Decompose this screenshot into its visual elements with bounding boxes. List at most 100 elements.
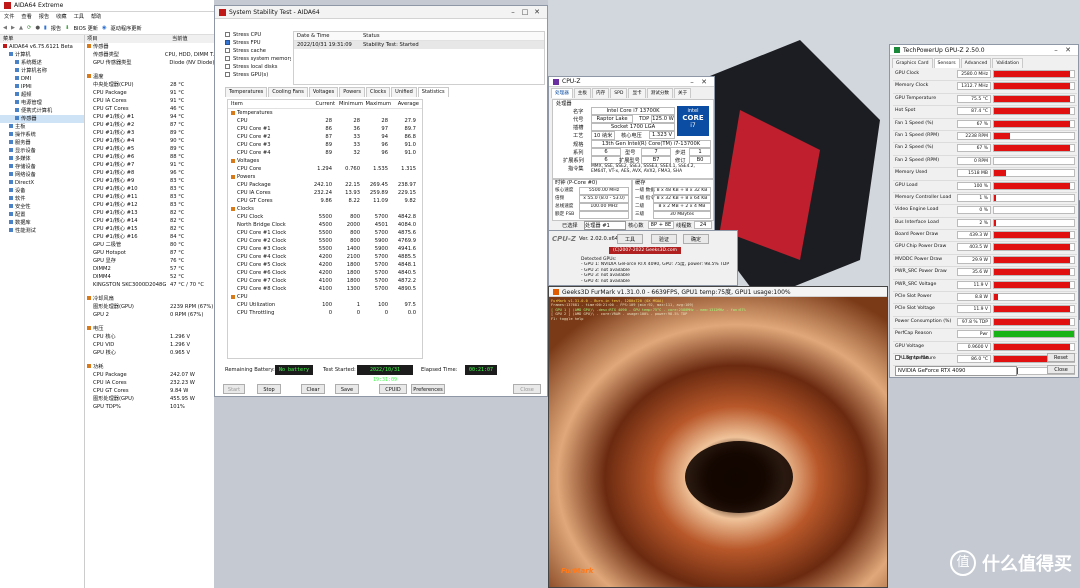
- clear-button[interactable]: Clear: [301, 384, 325, 394]
- sensor-row[interactable]: CPU 核心 1.296 V: [85, 333, 214, 341]
- sst-tab[interactable]: Unified: [391, 87, 417, 97]
- tree-item[interactable]: IPMI: [0, 83, 84, 91]
- sensor-row[interactable]: GPU TDP% 101%: [85, 403, 214, 411]
- tree-item[interactable]: 服务器: [0, 139, 84, 147]
- menu-tools[interactable]: 工具: [74, 12, 84, 22]
- cpuid-button[interactable]: CPUID: [379, 384, 407, 394]
- gpuz-close-button[interactable]: Close: [1047, 365, 1075, 374]
- sensor-row[interactable]: CPU #1/核心 #12 83 °C: [85, 201, 214, 209]
- sensor-row[interactable]: GPU 显存 76 °C: [85, 257, 214, 265]
- gpuz-reset-button[interactable]: Reset: [1047, 353, 1075, 362]
- tree-item[interactable]: 存储设备: [0, 163, 84, 171]
- gpuz-minimize-icon[interactable]: –: [1050, 46, 1062, 54]
- sensor-row[interactable]: CPU #1/核心 #8 96 °C: [85, 169, 214, 177]
- tree-item[interactable]: 电源管理: [0, 99, 84, 107]
- sensor-row[interactable]: CPU VID 1.296 V: [85, 341, 214, 349]
- stats-column-header[interactable]: Average: [391, 100, 419, 108]
- stress-checkbox[interactable]: [225, 40, 230, 45]
- gpuz-card-select[interactable]: NVIDIA GeForce RTX 4090: [895, 366, 1017, 376]
- cpuz-tab[interactable]: 内存: [592, 88, 610, 98]
- cpuz-tab[interactable]: SPD: [610, 88, 628, 98]
- column-value-header[interactable]: 当前值: [172, 35, 188, 43]
- cpuz-titlebar[interactable]: CPU-Z – ✕: [549, 77, 714, 87]
- column-item-header[interactable]: 项目: [85, 35, 172, 43]
- stress-checkbox[interactable]: [225, 72, 230, 77]
- sensor-row[interactable]: CPU #1/核心 #16 84 °C: [85, 233, 214, 241]
- start-button[interactable]: Start: [223, 384, 245, 394]
- stress-option[interactable]: Stress system memory: [225, 55, 291, 63]
- close-icon[interactable]: ✕: [531, 8, 543, 16]
- sensor-row[interactable]: GPU 二极管 80 °C: [85, 241, 214, 249]
- stress-checkbox[interactable]: [225, 64, 230, 69]
- sensor-row[interactable]: 中央处理器(CPU) 28 °C: [85, 81, 214, 89]
- sensor-row[interactable]: CPU #1/核心 #6 88 °C: [85, 153, 214, 161]
- stress-checkbox[interactable]: [225, 56, 230, 61]
- sensor-row[interactable]: CPU IA Cores 91 °C: [85, 97, 214, 105]
- sensor-row[interactable]: DIMM2 57 °C: [85, 265, 214, 273]
- gpuz-tab[interactable]: Graphics Card: [892, 58, 933, 68]
- tree-item[interactable]: 配置: [0, 211, 84, 219]
- preferences-button[interactable]: Preferences: [411, 384, 445, 394]
- sensor-row[interactable]: CPU #1/核心 #5 89 °C: [85, 145, 214, 153]
- stats-column-header[interactable]: Maximum: [363, 100, 391, 108]
- maximize-icon[interactable]: □: [519, 8, 531, 16]
- tree-item[interactable]: DirectX: [0, 179, 84, 187]
- tree-item[interactable]: 安全性: [0, 203, 84, 211]
- refresh-icon[interactable]: ⟳: [27, 25, 31, 31]
- gpuz-tab[interactable]: Sensors: [933, 58, 960, 68]
- user-icon[interactable]: ●: [35, 25, 40, 31]
- tree-item[interactable]: 传感器: [0, 115, 84, 123]
- sensor-row[interactable]: GPU 核心 0.965 V: [85, 349, 214, 357]
- menu-file[interactable]: 文件: [4, 12, 14, 22]
- stress-checkbox[interactable]: [225, 32, 230, 37]
- sensor-row[interactable]: 传感器类型 CPU, HDD, DIMM T...: [85, 51, 214, 59]
- tree-item[interactable]: 设备: [0, 187, 84, 195]
- sensor-row[interactable]: CPU #1/核心 #1 94 °C: [85, 113, 214, 121]
- gpuz-tab[interactable]: Validation: [992, 58, 1024, 68]
- tree-item[interactable]: 显示设备: [0, 147, 84, 155]
- stats-column-header[interactable]: Current: [309, 100, 335, 108]
- cpuz-minimize-icon[interactable]: –: [686, 78, 698, 86]
- sensor-row[interactable]: CPU #1/核心 #15 82 °C: [85, 225, 214, 233]
- up-icon[interactable]: ▲: [19, 25, 23, 31]
- stress-option[interactable]: Stress cache: [225, 47, 291, 55]
- tree-item[interactable]: AIDA64 v6.75.6121 Beta: [0, 43, 84, 51]
- sensor-row[interactable]: 图形处理器(GPU) 455.95 W: [85, 395, 214, 403]
- sensor-row[interactable]: CPU IA Cores 232.23 W: [85, 379, 214, 387]
- back-icon[interactable]: ◀: [3, 25, 7, 31]
- cpuz-tab[interactable]: 主板: [573, 88, 591, 98]
- sst-tab[interactable]: Clocks: [365, 87, 391, 97]
- sensor-row[interactable]: CPU #1/核心 #2 87 °C: [85, 121, 214, 129]
- tree-item[interactable]: 软件: [0, 195, 84, 203]
- furmark-titlebar[interactable]: Geeks3D FurMark v1.31.0.0 - 6639FPS, GPU…: [549, 287, 887, 297]
- menu-view[interactable]: 查看: [21, 12, 31, 22]
- sensor-row[interactable]: CPU #1/核心 #3 89 °C: [85, 129, 214, 137]
- stress-checkbox[interactable]: [225, 48, 230, 53]
- stop-button[interactable]: Stop: [257, 384, 281, 394]
- menu-report[interactable]: 报告: [39, 12, 49, 22]
- sensor-row[interactable]: DIMM4 52 °C: [85, 273, 214, 281]
- stats-column-header[interactable]: Item: [228, 100, 309, 108]
- menu-favorites[interactable]: 收藏: [56, 12, 66, 22]
- tree-item[interactable]: 系统概述: [0, 59, 84, 67]
- cpuz-tab[interactable]: 测试分数: [646, 88, 674, 98]
- stress-option[interactable]: Stress GPU(s): [225, 71, 291, 79]
- sensor-row[interactable]: 图形处理器(GPU) 2239 RPM (67%): [85, 303, 214, 311]
- tree-item[interactable]: 计算机: [0, 51, 84, 59]
- cpuz-tools-button[interactable]: 工具: [617, 234, 643, 244]
- sensor-row[interactable]: CPU GT Cores 46 °C: [85, 105, 214, 113]
- gpuz-close-icon[interactable]: ✕: [1062, 46, 1074, 54]
- tree-item[interactable]: 多媒体: [0, 155, 84, 163]
- minimize-icon[interactable]: –: [507, 8, 519, 16]
- sst-tab[interactable]: Statistics: [417, 87, 449, 97]
- stress-option[interactable]: Stress local disks: [225, 63, 291, 71]
- tree-item[interactable]: 计算机名称: [0, 67, 84, 75]
- log-row[interactable]: 2022/10/31 19:31:09 Stability Test: Star…: [294, 41, 544, 49]
- stats-column-header[interactable]: Minimum: [335, 100, 363, 108]
- tree-item[interactable]: 数据库: [0, 219, 84, 227]
- stress-option[interactable]: Stress FPU: [225, 39, 291, 47]
- sensor-row[interactable]: GPU 2 0 RPM (67%): [85, 311, 214, 319]
- sst-tab[interactable]: Voltages: [308, 87, 339, 97]
- sensor-row[interactable]: CPU GT Cores 9.84 W: [85, 387, 214, 395]
- sensor-row[interactable]: CPU #1/核心 #10 83 °C: [85, 185, 214, 193]
